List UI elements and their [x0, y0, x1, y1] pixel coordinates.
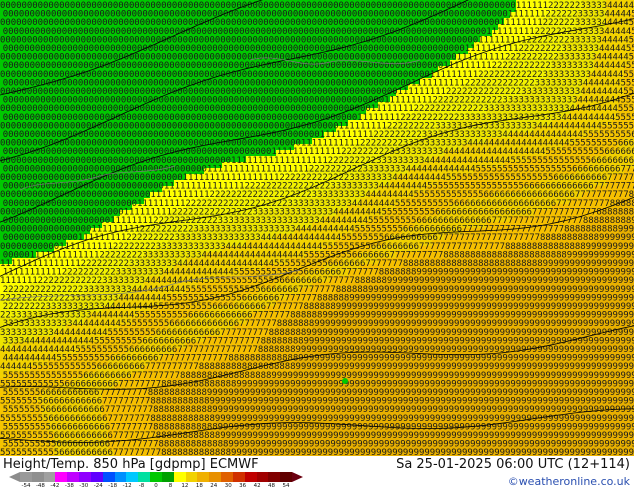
colorbar-label: -30: [79, 483, 88, 490]
colorbar-label: 18: [196, 483, 203, 490]
colorbar-segment: [150, 472, 162, 482]
colorbar-labels: -54 -48 -42 -38 -30 -24 -18 -12 -8 0 8 12 18 24 30 36 42…: [20, 483, 292, 490]
colorbar-segment: [244, 472, 257, 482]
colorbar-label: -8: [139, 483, 144, 490]
map-title: Height/Temp. 850 hPa [gdpmp] ECMWF: [3, 457, 259, 472]
colorbar-segment: [280, 472, 293, 482]
colorbar-segment: [161, 472, 174, 482]
weather-map: 0000000000000000000000000000000000000000…: [0, 0, 634, 456]
colorbar-label: 42: [254, 483, 261, 490]
colorbar-label: 30: [225, 483, 232, 490]
colorbar-label: 36: [239, 483, 246, 490]
forecast-datetime: Sa 25-01-2025 06:00 UTC (12+114): [396, 457, 630, 472]
colorbar-label: 24: [210, 483, 217, 490]
credit-link[interactable]: ©weatheronline.co.uk: [508, 475, 630, 488]
colorbar-segment: [232, 472, 245, 482]
colorbar-label: 8: [169, 483, 173, 490]
colorbar-label: -38: [65, 483, 74, 490]
colorbar-label: 0: [154, 483, 158, 490]
colorbar-label: -54: [22, 483, 31, 490]
colorbar-min-arrow: [9, 472, 20, 482]
colorbar-segment: [185, 472, 198, 482]
colorbar-label: 12: [181, 483, 188, 490]
colorbar-segment: [268, 472, 281, 482]
colorbar-label: 54: [283, 483, 290, 490]
colorbar-segment: [79, 472, 91, 482]
colorbar-segment: [102, 472, 115, 482]
colorbar-segment: [114, 472, 127, 482]
temperature-digit-grid: 0000000000000000000000000000000000000000…: [0, 1, 634, 456]
colorbar-segment: [221, 472, 233, 482]
colorbar-segment: [20, 472, 32, 482]
colorbar-segment: [173, 472, 186, 482]
colorbar-label: -42: [50, 483, 59, 490]
map-canvas: 0000000000000000000000000000000000000000…: [0, 0, 634, 456]
colorbar-segment: [90, 472, 103, 482]
colorbar-segment: [67, 472, 80, 482]
colorbar-segment: [256, 472, 269, 482]
location-marker: [342, 378, 348, 384]
colorbar-label: -12: [123, 483, 132, 490]
colorbar-label: -18: [108, 483, 117, 490]
colorbar-label: -48: [36, 483, 45, 490]
colorbar-segment: [138, 472, 151, 482]
colorbar-segment: [197, 472, 210, 482]
colorbar-segment: [209, 472, 222, 482]
colorbar-segment: [43, 472, 56, 482]
colorbar-segment: [55, 472, 68, 482]
map-footer: Height/Temp. 850 hPa [gdpmp] ECMWF Sa 25…: [0, 456, 634, 490]
colorbar: [20, 472, 293, 482]
colorbar-segment: [126, 472, 139, 482]
colorbar-max-arrow: [292, 472, 303, 482]
colorbar-label: -24: [94, 483, 103, 490]
colorbar-segment: [31, 472, 44, 482]
colorbar-label: 48: [268, 483, 275, 490]
